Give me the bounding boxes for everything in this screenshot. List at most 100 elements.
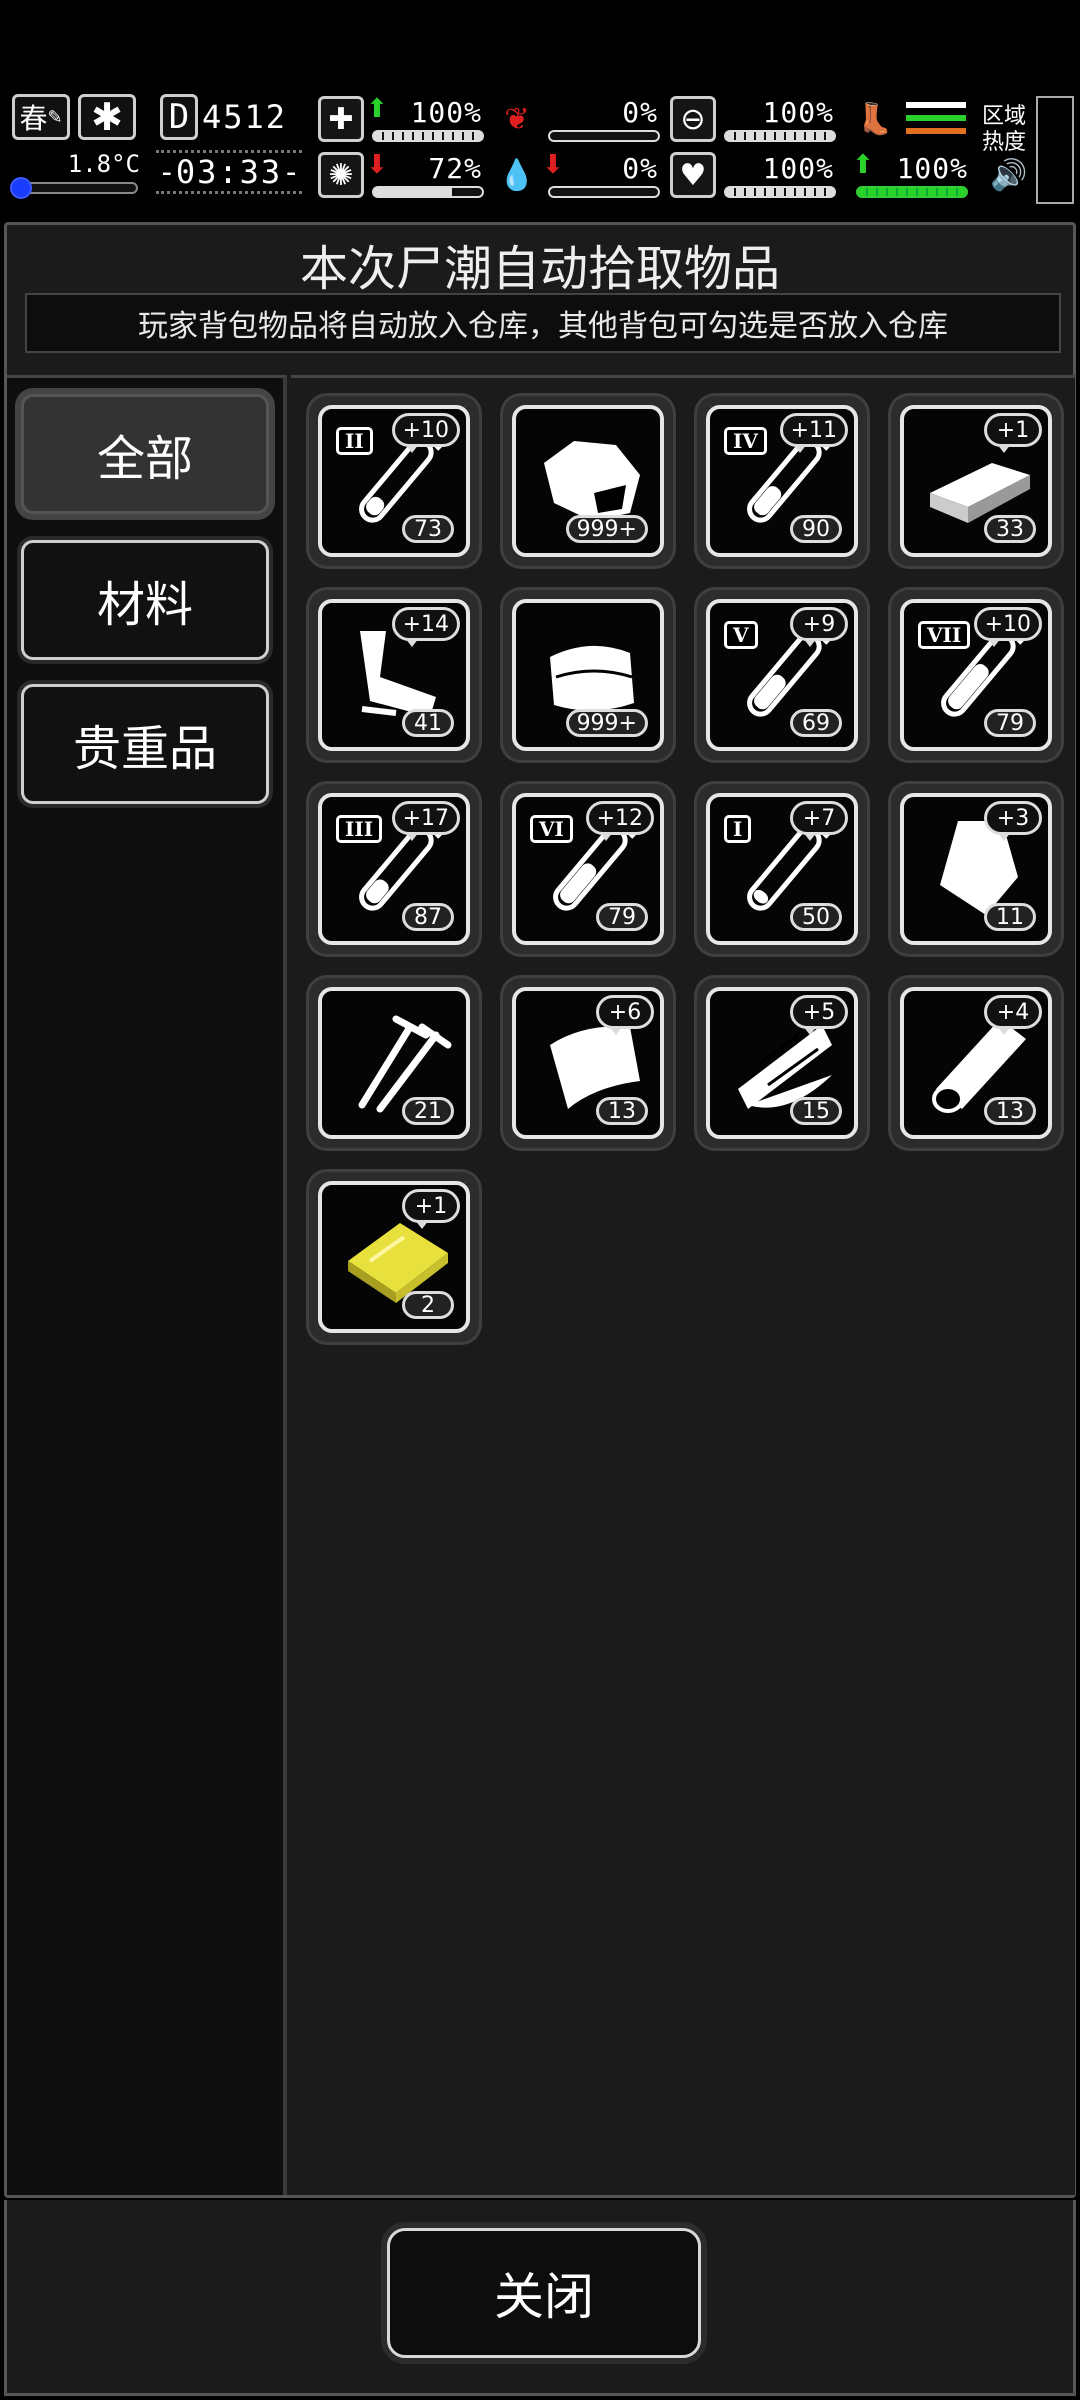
- tab-all[interactable]: 全部: [21, 394, 269, 514]
- season-label: 春: [19, 102, 48, 135]
- tier-badge: II: [336, 427, 373, 455]
- item-quantity: 87: [402, 903, 454, 931]
- tab-valuables-label: 贵重品: [72, 721, 217, 777]
- item-bonus-badge: +6: [596, 995, 654, 1035]
- pill-icon[interactable]: ⊖: [670, 96, 716, 142]
- stomach-value: 0%: [622, 96, 658, 129]
- blood-bar: [548, 186, 660, 198]
- heart-value: 100%: [762, 152, 834, 185]
- item-quantity: 21: [402, 1097, 454, 1125]
- item-slot-frame: 999+: [512, 599, 664, 751]
- item-slot[interactable]: 13 +6: [503, 978, 673, 1148]
- tab-valuables[interactable]: 贵重品: [21, 684, 269, 804]
- item-quantity: 13: [596, 1097, 648, 1125]
- item-slot[interactable]: 11 +3: [891, 784, 1061, 954]
- item-slot[interactable]: VII 79 +10: [891, 590, 1061, 760]
- item-slot-frame: 999+: [512, 405, 664, 557]
- item-slot-frame: III 87 +17: [318, 793, 470, 945]
- item-slot[interactable]: 999+: [503, 396, 673, 566]
- brain-icon[interactable]: ✺: [318, 152, 364, 198]
- region-heat-label: 区域热度: [982, 104, 1027, 155]
- item-slot[interactable]: VI 79 +12: [503, 784, 673, 954]
- sanity-bar: [372, 186, 484, 198]
- status-bar: 春 ✎ ✱ 1.8°C D 4512 - 03:33 - ✚ ⬆ 100% ❦ …: [0, 88, 1080, 208]
- sanity-value: 72%: [428, 152, 482, 185]
- tier-badge: VII: [918, 621, 971, 649]
- item-slot[interactable]: 21: [309, 978, 479, 1148]
- item-quantity: 11: [984, 903, 1036, 931]
- item-quantity: 999+: [565, 515, 648, 543]
- tab-materials[interactable]: 材料: [21, 540, 269, 660]
- stomach-bar: [548, 130, 660, 142]
- item-bonus-badge: +10: [391, 413, 460, 453]
- pill-value: 100%: [762, 96, 834, 129]
- tier-badge: IV: [724, 427, 767, 455]
- item-quantity: 90: [790, 515, 842, 543]
- item-slot[interactable]: 2 +1: [309, 1172, 479, 1342]
- health-bar: [372, 130, 484, 142]
- item-bonus-badge: +14: [391, 607, 460, 647]
- item-slot[interactable]: 33 +1: [891, 396, 1061, 566]
- item-quantity: 15: [790, 1097, 842, 1125]
- dialog-subtitle-text: 玩家背包物品将自动放入仓库，其他背包可勾选是否放入仓库: [138, 309, 948, 344]
- auto-pickup-dialog: 本次尸潮自动拾取物品 玩家背包物品将自动放入仓库，其他背包可勾选是否放入仓库 全…: [4, 222, 1076, 2198]
- item-slot-frame: 33 +1: [900, 405, 1052, 557]
- item-bonus-badge: +9: [790, 607, 848, 647]
- item-quantity: 33: [984, 515, 1036, 543]
- blood-value: 0%: [622, 152, 658, 185]
- temperature-slider: [10, 177, 138, 199]
- item-bonus-badge: +11: [779, 413, 848, 453]
- item-slot[interactable]: III 87 +17: [309, 784, 479, 954]
- item-slot[interactable]: V 69 +9: [697, 590, 867, 760]
- tier-badge: VI: [530, 815, 573, 843]
- item-quantity: 79: [596, 903, 648, 931]
- region-heat-meter: [1036, 96, 1074, 204]
- item-slot[interactable]: 15 +5: [697, 978, 867, 1148]
- stamina-value: 100%: [896, 152, 968, 185]
- tier-badge: V: [724, 621, 758, 649]
- item-slot-frame: VII 79 +10: [900, 599, 1052, 751]
- item-slot-frame: VI 79 +12: [512, 793, 664, 945]
- close-button-label: 关闭: [494, 2268, 594, 2326]
- item-slot-frame: II 73 +10: [318, 405, 470, 557]
- item-slot[interactable]: 41 +14: [309, 590, 479, 760]
- tier-badge: I: [724, 815, 752, 843]
- dialog-subtitle: 玩家背包物品将自动放入仓库，其他背包可勾选是否放入仓库: [25, 293, 1061, 353]
- item-slot[interactable]: 999+: [503, 590, 673, 760]
- item-bonus-badge: +3: [984, 801, 1042, 841]
- item-grid: II 73 +10 999+ IV 90 +11 33 +1 41 +14 999+ V 69 +9: [291, 375, 1075, 2195]
- clock-readout: 03:33: [175, 153, 283, 191]
- speaker-icon[interactable]: 🔊: [990, 158, 1027, 193]
- item-slot-frame: 13 +6: [512, 987, 664, 1139]
- item-quantity: 69: [790, 709, 842, 737]
- item-slot[interactable]: 13 +4: [891, 978, 1061, 1148]
- heart-bar: [724, 186, 836, 198]
- item-slot-frame: IV 90 +11: [706, 405, 858, 557]
- medkit-icon[interactable]: ✚: [318, 96, 364, 142]
- item-bonus-badge: +1: [402, 1189, 460, 1229]
- category-sidebar: 全部 材料 贵重品: [7, 375, 287, 2195]
- boot-icon[interactable]: 👢: [852, 96, 898, 142]
- snowflake-icon[interactable]: ✱: [78, 94, 136, 140]
- item-slot[interactable]: IV 90 +11: [697, 396, 867, 566]
- stomach-icon[interactable]: ❦: [494, 96, 540, 142]
- dialog-footer: 关闭: [4, 2200, 1076, 2396]
- item-quantity: 79: [984, 709, 1036, 737]
- item-slot[interactable]: II 73 +10: [309, 396, 479, 566]
- close-button[interactable]: 关闭: [387, 2228, 701, 2358]
- item-slot-frame: 11 +3: [900, 793, 1052, 945]
- pill-bar: [724, 130, 836, 142]
- stamina-bar: [856, 186, 968, 198]
- item-slot-frame: 15 +5: [706, 987, 858, 1139]
- feather-icon: ✎: [47, 106, 63, 128]
- item-bonus-badge: +7: [790, 801, 848, 841]
- dialog-title: 本次尸潮自动拾取物品: [299, 241, 780, 297]
- item-bonus-badge: +12: [585, 801, 654, 841]
- blood-drop-icon[interactable]: 💧: [494, 152, 540, 198]
- heart-icon[interactable]: ♥: [670, 152, 716, 198]
- temperature-readout: 1.8°C: [67, 150, 140, 178]
- item-slot[interactable]: I 50 +7: [697, 784, 867, 954]
- item-quantity: 73: [402, 515, 454, 543]
- season-box[interactable]: 春 ✎: [12, 94, 70, 140]
- day-counter: 4512: [202, 98, 288, 136]
